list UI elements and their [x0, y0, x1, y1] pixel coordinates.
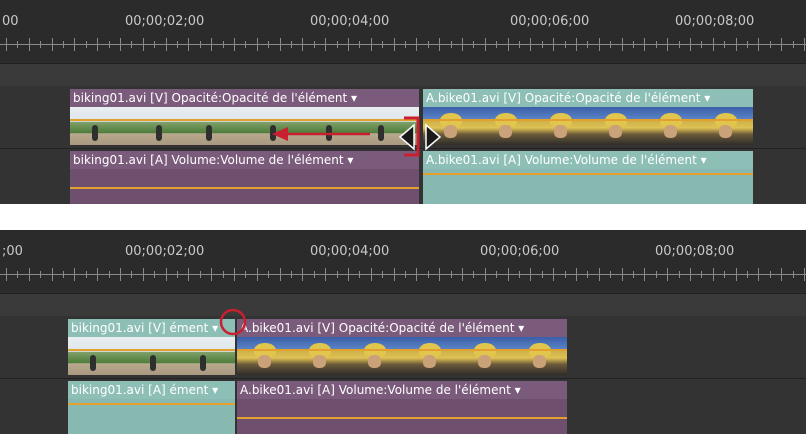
arrow-left-icon	[272, 127, 370, 141]
annotation-overlay	[272, 116, 442, 157]
timeline-panel-top: 00 00;00;02;00 00;00;04;00 00;00;06;00 0…	[0, 0, 806, 204]
circle-highlight-icon	[219, 308, 247, 336]
timeline-panel-bottom: ;00 00;00;02;00 00;00;04;00 00;00;06;00 …	[0, 230, 806, 434]
annotation-overlay	[219, 308, 247, 336]
rolling-edit-icon	[398, 116, 442, 157]
